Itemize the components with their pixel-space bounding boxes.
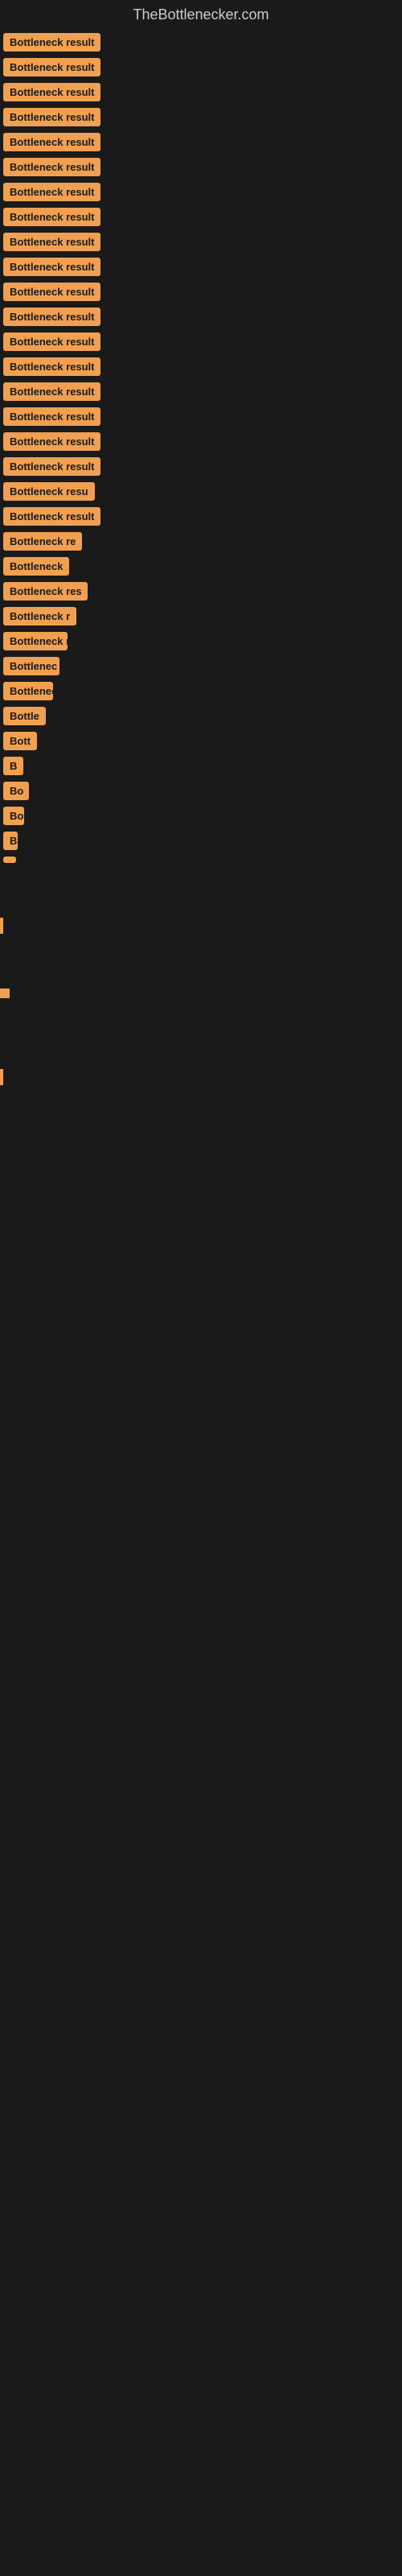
bottleneck-badge: Bottleneck result [3,108,100,126]
site-title: TheBottlenecker.com [0,0,402,33]
list-item: Bottleneck result [3,183,399,201]
bottleneck-badge: B [3,757,23,775]
list-item: Bottle [3,707,399,725]
list-item: Bott [3,732,399,750]
list-item: Bottleneck result [3,357,399,376]
small-bar-2 [0,1069,3,1085]
list-item: Bottleneck result [3,108,399,126]
bottleneck-badge: Bottle [3,707,46,725]
bottleneck-badge: Bottleneck resu [3,482,95,501]
bottleneck-badge [3,857,16,863]
list-item: Bottleneck res [3,582,399,601]
bottleneck-badge: Bottleneck result [3,308,100,326]
list-item: Bottleneck resu [3,632,399,650]
list-item: Bottleneck result [3,258,399,276]
bottleneck-badge: Bottleneck result [3,432,100,451]
list-item: Bottleneck result [3,283,399,301]
bottleneck-badge: Bottle [3,807,24,825]
bottleneck-badge: Bottleneck result [3,457,100,476]
list-item: Bottleneck result [3,407,399,426]
bottleneck-badge: Bottleneck re [3,682,53,700]
bottleneck-badge: Bottleneck re [3,532,82,551]
bottleneck-badge: Bottleneck resu [3,632,68,650]
list-item: Bottleneck result [3,233,399,251]
list-item: Bottleneck result [3,432,399,451]
bottleneck-badge: B [3,832,18,850]
bottleneck-badge: Bottleneck result [3,507,100,526]
bottleneck-badge: Bottleneck result [3,357,100,376]
bottleneck-badge: Bottleneck result [3,158,100,176]
list-item: Bottleneck re [3,682,399,700]
bottleneck-badge: Bottleneck [3,557,69,576]
bottleneck-badge: Bottleneck res [3,582,88,601]
list-item: Bottleneck re [3,532,399,551]
list-item: Bottleneck result [3,332,399,351]
list-item: Bottleneck result [3,58,399,76]
bottleneck-badge: Bott [3,732,37,750]
bottleneck-badge: Bottleneck result [3,183,100,201]
bottleneck-badge: Bottleneck result [3,407,100,426]
list-item: Bottle [3,807,399,825]
list-item: Bottleneck result [3,208,399,226]
list-item: Bottleneck r [3,607,399,625]
list-item: B [3,832,399,850]
bottleneck-badge: Bottlenec [3,657,59,675]
bottleneck-badge: Bottleneck result [3,233,100,251]
bottleneck-badge: Bottleneck result [3,33,100,52]
list-item: Bottleneck result [3,507,399,526]
list-item: Bo [3,782,399,800]
list-item: Bottleneck result [3,33,399,52]
list-item: B [3,757,399,775]
bottleneck-list: Bottleneck result Bottleneck result Bottle… [0,33,402,863]
bottleneck-badge: Bo [3,782,29,800]
bottleneck-badge: Bottleneck result [3,258,100,276]
bottleneck-badge: Bottleneck result [3,382,100,401]
list-item: Bottleneck result [3,308,399,326]
list-item [3,857,399,863]
tiny-square-chart [0,989,10,998]
list-item: Bottleneck result [3,83,399,101]
bottleneck-badge: Bottleneck result [3,208,100,226]
list-item: Bottleneck resu [3,482,399,501]
small-bar-1 [0,918,3,934]
bottleneck-badge: Bottleneck result [3,58,100,76]
list-item: Bottleneck [3,557,399,576]
bottleneck-badge: Bottleneck r [3,607,76,625]
bottleneck-badge: Bottleneck result [3,133,100,151]
bottleneck-badge: Bottleneck result [3,283,100,301]
list-item: Bottlenec [3,657,399,675]
bottleneck-badge: Bottleneck result [3,83,100,101]
list-item: Bottleneck result [3,158,399,176]
list-item: Bottleneck result [3,457,399,476]
list-item: Bottleneck result [3,382,399,401]
bottleneck-badge: Bottleneck result [3,332,100,351]
list-item: Bottleneck result [3,133,399,151]
